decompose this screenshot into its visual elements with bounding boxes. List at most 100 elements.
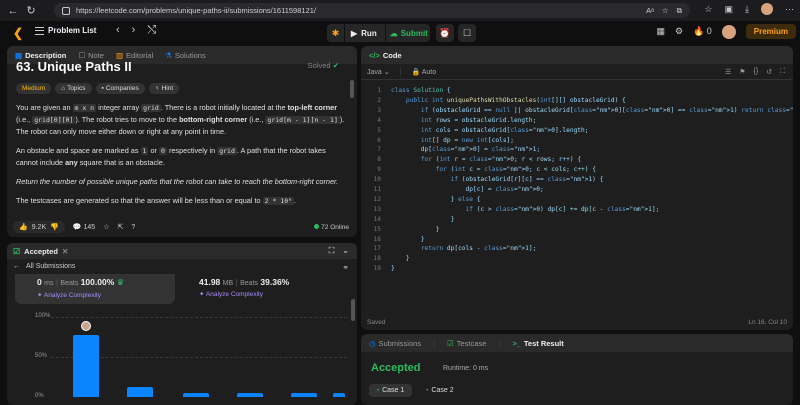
auto-mode-toggle[interactable]: 🔒 Auto <box>411 68 436 76</box>
runtime-stat[interactable]: 0 ms | Beats 100.00% ♛ ✦ Analyze Complex… <box>15 274 175 304</box>
code-line[interactable]: for (int c = class="nm">0; c < cols; c++… <box>391 165 596 175</box>
premium-button[interactable]: Premium <box>745 24 796 39</box>
help-icon[interactable]: ? <box>131 224 135 231</box>
line-number: 8 <box>377 156 381 164</box>
chart-bar[interactable] <box>73 334 99 397</box>
url-text: https://leetcode.com/problems/unique-pat… <box>76 6 316 15</box>
code-line[interactable]: dp[class="nm">0] = class="nm">1; <box>391 145 540 155</box>
collections-icon[interactable]: ▣ <box>725 4 734 15</box>
list-icon <box>35 26 44 35</box>
bookmark-icon[interactable]: ⚑ <box>739 68 745 76</box>
notes-icon[interactable]: ☐ <box>458 24 476 42</box>
read-aloud-icon[interactable]: Aᵃ <box>646 6 654 16</box>
streak-counter[interactable]: 🔥 0 <box>693 26 712 37</box>
submit-label: Submit <box>400 28 428 38</box>
scrollbar[interactable] <box>351 299 355 321</box>
profile-avatar[interactable] <box>761 3 773 15</box>
format-icon[interactable]: ☰ <box>725 68 731 76</box>
code-line[interactable]: if (obstacleGrid[r][c] == class="nm">1) … <box>391 175 604 185</box>
prev-problem-icon[interactable]: ‹ <box>116 24 120 37</box>
companies-chip[interactable]: ▪ Companies <box>95 83 145 94</box>
link-icon[interactable]: ⚭ <box>342 263 349 272</box>
braces-icon[interactable]: {} <box>754 68 759 76</box>
chart-bar[interactable] <box>237 393 263 397</box>
topics-chip[interactable]: ⌂ Topics <box>55 83 92 94</box>
code-line[interactable]: int cols = obstacleGrid[class="nm">0].le… <box>391 126 589 136</box>
chart-bar[interactable] <box>333 393 345 397</box>
back-icon[interactable]: ← <box>4 5 22 17</box>
chart-bar[interactable] <box>291 393 317 397</box>
code-line[interactable]: } <box>391 264 395 274</box>
code-line[interactable]: return dp[cols - class="nm">1]; <box>391 244 537 254</box>
all-submissions-link[interactable]: ← All Submissions <box>13 263 75 270</box>
code-line[interactable]: } else { <box>391 195 481 205</box>
maximize-icon[interactable]: ⛶ <box>329 246 335 256</box>
next-problem-icon[interactable]: › <box>132 24 136 37</box>
code-line[interactable]: } <box>391 235 425 245</box>
code-line[interactable]: } <box>391 254 410 264</box>
layout-icon[interactable]: ▦ <box>656 26 665 37</box>
memory-stat[interactable]: 41.98 MB | Beats 39.36% ✦ Analyze Comple… <box>195 274 335 304</box>
companies-label: Companies <box>105 85 139 92</box>
thumbs-down-icon[interactable]: 👎 <box>50 223 59 231</box>
address-bar[interactable]: https://leetcode.com/problems/unique-pat… <box>54 3 690 18</box>
alarm-icon[interactable]: ⏰ <box>436 24 454 42</box>
shuffle-icon[interactable]: ⤭ <box>147 24 156 37</box>
code-line[interactable]: class Solution { <box>391 86 451 96</box>
like-button[interactable]: 👍 9.2K 👎 <box>13 221 65 233</box>
comments-button[interactable]: 💬 145 <box>73 223 95 231</box>
favorite-star-icon[interactable]: ☆ <box>662 6 669 16</box>
difficulty-badge[interactable]: Medium <box>16 83 52 94</box>
tab-submissions[interactable]: ◷ Submissions <box>369 339 421 348</box>
problem-list-button[interactable]: Problem List <box>35 26 96 35</box>
mode-label: Auto <box>421 69 437 76</box>
code-line[interactable]: public int uniquePathsWithObstacles(int[… <box>391 96 626 106</box>
analyze-complexity-link[interactable]: ✦ Analyze Complexity <box>199 290 335 298</box>
code-line[interactable]: int rows = obstacleGrid.length; <box>391 116 537 126</box>
code-line[interactable]: if (c > class="nm">0) dp[c] += dp[c - cl… <box>391 205 660 215</box>
problem-list-label: Problem List <box>48 26 97 35</box>
code-line[interactable]: dp[c] = class="nm">0; <box>391 185 544 195</box>
settings-icon[interactable]: ⚙ <box>675 26 683 37</box>
star-icon[interactable]: ☆ <box>103 223 109 231</box>
analyze-label: Analyze Complexity <box>205 291 263 298</box>
debug-icon[interactable]: ✱ <box>327 24 345 42</box>
user-avatar[interactable] <box>721 24 736 39</box>
chart-bar[interactable] <box>183 393 209 397</box>
analyze-complexity-link[interactable]: ✦ Analyze Complexity <box>37 291 175 299</box>
case-2-tab[interactable]: • Case 2 <box>418 384 461 397</box>
more-icon[interactable]: ⋯ <box>785 4 794 15</box>
line-number: 10 <box>373 176 381 184</box>
language-select[interactable]: Java ⌄ <box>367 68 390 76</box>
scrollbar[interactable] <box>350 80 354 98</box>
accepted-tab[interactable]: ☑ Accepted ✕ ⛶ ⌄ <box>7 243 357 259</box>
code-line[interactable]: if (obstacleGrid == null || obstacleGrid… <box>391 106 793 116</box>
download-icon[interactable]: ⤓ <box>745 4 749 15</box>
tab-test-result-label: Test Result <box>523 338 564 348</box>
favorites-icon[interactable]: ☆ <box>704 4 712 15</box>
collapse-icon[interactable]: ⌄ <box>342 246 349 256</box>
reset-icon[interactable]: ↺ <box>766 68 772 76</box>
code-line[interactable]: } <box>391 215 455 225</box>
refresh-icon[interactable]: ↻ <box>22 4 40 17</box>
sparkle-icon: ✦ <box>37 292 43 299</box>
fullscreen-icon[interactable]: ⛶ <box>780 68 785 76</box>
code-line[interactable]: } <box>391 225 440 235</box>
case-1-tab[interactable]: • Case 1 <box>369 384 413 397</box>
run-button[interactable]: ▶ Run <box>345 24 386 42</box>
leetcode-logo-icon[interactable]: ❮ <box>13 26 25 40</box>
code-line[interactable]: for (int r = class="nm">0; r < rows; r++… <box>391 155 581 165</box>
submit-button[interactable]: ☁ Submit <box>386 29 428 38</box>
chart-bar[interactable] <box>127 387 153 397</box>
tab-testcase[interactable]: ☑ Testcase <box>447 339 486 348</box>
close-icon[interactable]: ✕ <box>62 247 68 256</box>
hint-chip[interactable]: ♀ Hint <box>148 83 180 94</box>
share-icon[interactable]: ⇱ <box>117 223 123 231</box>
extensions-icon[interactable]: ⧉ <box>677 6 682 16</box>
code-line[interactable]: int[] dp = new int[cols]; <box>391 136 514 146</box>
run-submit-group: ✱ ▶ Run ☁ Submit <box>327 24 430 42</box>
tab-code[interactable]: </> Code <box>369 51 402 60</box>
topics-label: Topics <box>67 85 86 92</box>
tab-test-result[interactable]: >_ Test Result <box>512 339 563 348</box>
tab-solutions[interactable]: ⚗ Solutions <box>165 51 206 60</box>
